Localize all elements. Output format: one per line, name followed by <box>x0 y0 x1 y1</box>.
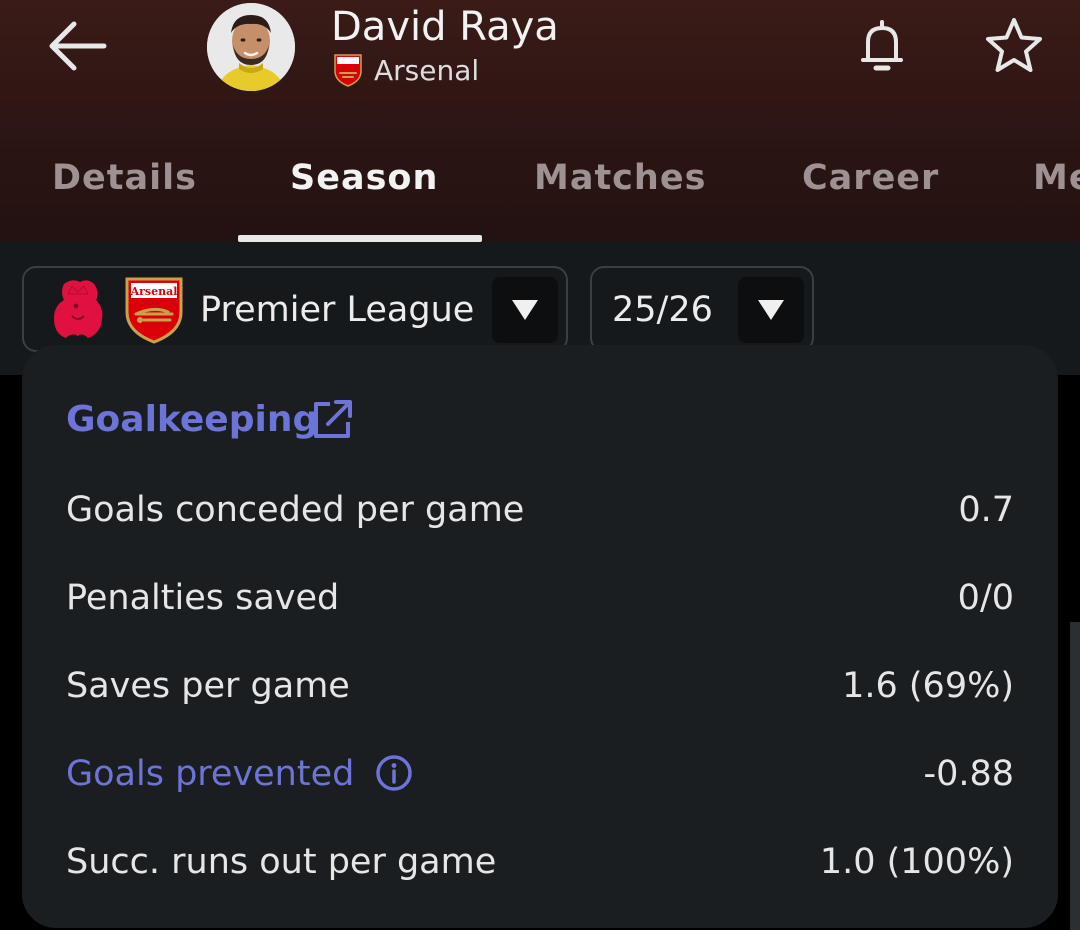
tab-career[interactable]: Career <box>802 150 939 206</box>
arrow-left-icon <box>49 21 107 71</box>
triangle-down-icon <box>512 300 538 320</box>
info-circle-icon[interactable] <box>374 753 414 793</box>
stat-value-goals-conceded: 0.7 <box>958 490 1014 530</box>
team-name[interactable]: Arsenal <box>374 52 479 90</box>
follow-star-button[interactable] <box>982 14 1046 78</box>
external-link-icon[interactable] <box>310 398 354 442</box>
player-header: David Raya Arsenal Details Season Matche… <box>0 0 1080 242</box>
scrollbar[interactable] <box>1070 622 1080 930</box>
stat-label-penalties-saved: Penalties saved <box>66 578 340 618</box>
stat-label-runs-out: Succ. runs out per game <box>66 842 497 882</box>
svg-text:Arsenal: Arsenal <box>130 285 178 298</box>
competition-dropdown-button[interactable] <box>492 277 558 343</box>
bell-icon <box>861 20 903 71</box>
stat-value-penalties-saved: 0/0 <box>957 578 1014 618</box>
season-label: 25/26 <box>612 290 713 330</box>
tab-season[interactable]: Season <box>290 150 438 206</box>
competition-label: Premier League <box>200 290 475 330</box>
arsenal-crest-icon <box>333 53 363 87</box>
stat-value-goals-prevented: -0.88 <box>923 754 1014 794</box>
notification-button[interactable] <box>856 14 908 78</box>
triangle-down-icon <box>758 300 784 320</box>
back-button[interactable] <box>40 14 112 78</box>
player-name: David Raya <box>331 4 559 50</box>
stat-label-saves-per-game: Saves per game <box>66 666 350 706</box>
tab-details[interactable]: Details <box>52 150 197 206</box>
season-dropdown-button[interactable] <box>738 277 804 343</box>
season-selector[interactable]: 25/26 <box>590 266 814 352</box>
tab-matches[interactable]: Matches <box>534 150 706 206</box>
star-outline-icon <box>986 18 1042 72</box>
stat-label-goals-prevented[interactable]: Goals prevented <box>66 752 354 796</box>
tab-more[interactable]: Me <box>1033 150 1080 206</box>
competition-selector[interactable]: Arsenal Premier League <box>22 266 568 352</box>
stat-value-runs-out: 1.0 (100%) <box>819 842 1014 882</box>
active-tab-indicator <box>238 235 482 242</box>
player-avatar <box>207 3 295 91</box>
arsenal-crest-icon: Arsenal <box>124 276 184 344</box>
premier-league-logo-icon <box>50 276 106 342</box>
stat-label-goals-conceded: Goals conceded per game <box>66 490 525 530</box>
goalkeeping-section-link[interactable]: Goalkeeping <box>66 397 318 443</box>
stat-value-saves-per-game: 1.6 (69%) <box>842 666 1014 706</box>
goalkeeping-stats-card: Goalkeeping Goals conceded per game 0.7 … <box>22 345 1058 928</box>
